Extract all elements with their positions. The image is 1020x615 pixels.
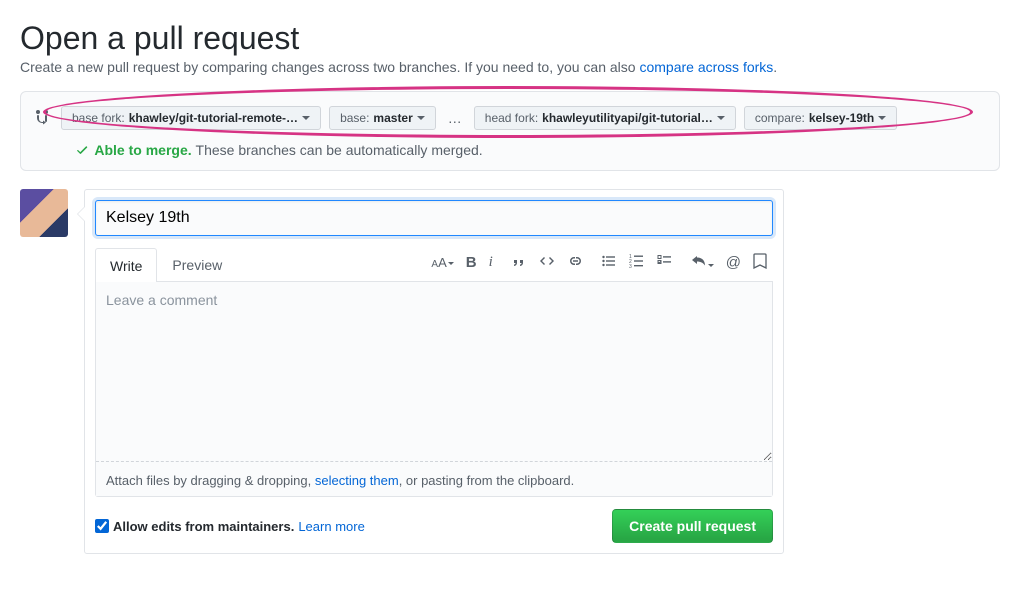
base-branch-selector[interactable]: base: master [329, 106, 436, 130]
subtitle-tail: . [773, 59, 777, 75]
base-fork-value: khawley/git-tutorial-remote-… [129, 111, 298, 125]
chevron-down-icon [417, 116, 425, 120]
attach-hint: Attach files by dragging & dropping, sel… [96, 465, 772, 496]
allow-edits-row[interactable]: Allow edits from maintainers. Learn more [95, 519, 365, 534]
ordered-list-icon[interactable]: 123 [629, 253, 645, 272]
tab-preview[interactable]: Preview [157, 248, 237, 281]
bottom-row: Allow edits from maintainers. Learn more… [95, 509, 773, 543]
attach-hint-after: , or pasting from the clipboard. [399, 473, 575, 488]
compare-box: base fork: khawley/git-tutorial-remote-…… [20, 91, 1000, 171]
chevron-down-icon [302, 116, 310, 120]
saved-replies-icon[interactable] [753, 253, 767, 272]
git-compare-icon [35, 109, 51, 128]
base-fork-label: base fork: [72, 111, 125, 125]
comment-body: Attach files by dragging & dropping, sel… [95, 282, 773, 497]
allow-edits-checkbox[interactable] [95, 519, 109, 533]
pr-title-input[interactable] [95, 200, 773, 236]
tab-write[interactable]: Write [95, 248, 157, 282]
head-fork-value: khawleyutilityapi/git-tutorial… [542, 111, 713, 125]
ellipsis-separator: … [444, 110, 466, 126]
user-avatar[interactable] [20, 189, 68, 237]
compare-forks-link[interactable]: compare across forks [639, 59, 773, 75]
head-fork-label: head fork: [485, 111, 538, 125]
chevron-down-icon [717, 116, 725, 120]
head-fork-selector[interactable]: head fork: khawleyutilityapi/git-tutoria… [474, 106, 736, 130]
compare-branch-label: compare: [755, 111, 805, 125]
text-size-icon[interactable]: AA [431, 255, 453, 270]
mergeability-status: Able to merge. These branches can be aut… [35, 142, 985, 158]
create-pull-request-button[interactable]: Create pull request [612, 509, 773, 543]
comment-textarea[interactable] [96, 282, 772, 462]
reply-icon[interactable] [691, 253, 714, 272]
pr-form-panel: Write Preview AA B i [84, 189, 784, 554]
unordered-list-icon[interactable] [601, 253, 617, 272]
insert-group [511, 253, 583, 272]
svg-text:3: 3 [629, 264, 632, 269]
format-row: Write Preview AA B i [95, 248, 773, 282]
misc-group: @ [691, 253, 767, 272]
base-branch-label: base: [340, 111, 369, 125]
quote-icon[interactable] [511, 253, 527, 272]
compare-branch-selector[interactable]: compare: kelsey-19th [744, 106, 897, 130]
chevron-down-icon [878, 116, 886, 120]
mergeable-detail-text: These branches can be automatically merg… [196, 142, 483, 158]
compare-row: base fork: khawley/git-tutorial-remote-…… [35, 106, 985, 130]
compare-branch-value: kelsey-19th [809, 111, 874, 125]
attach-hint-before: Attach files by dragging & dropping, [106, 473, 315, 488]
italic-icon[interactable]: i [489, 254, 493, 271]
list-group: 123 [601, 253, 673, 272]
editor-tabs: Write Preview [95, 248, 237, 281]
mergeable-ok: Able to merge. [75, 142, 196, 158]
formatting-toolbar: AA B i [431, 253, 773, 276]
base-branch-value: master [373, 111, 412, 125]
task-list-icon[interactable] [657, 253, 673, 272]
check-icon [75, 143, 89, 157]
subtitle-text: Create a new pull request by comparing c… [20, 59, 639, 75]
base-fork-selector[interactable]: base fork: khawley/git-tutorial-remote-… [61, 106, 321, 130]
allow-edits-label: Allow edits from maintainers. [113, 519, 294, 534]
link-icon[interactable] [567, 253, 583, 272]
page-title: Open a pull request [20, 20, 1000, 57]
learn-more-link[interactable]: Learn more [298, 519, 364, 534]
select-files-link[interactable]: selecting them [315, 473, 399, 488]
text-style-group: AA B i [431, 254, 492, 271]
page-subtitle: Create a new pull request by comparing c… [20, 59, 1000, 75]
mergeable-status-text: Able to merge. [94, 142, 191, 158]
bold-icon[interactable]: B [466, 254, 477, 271]
pr-form-area: Write Preview AA B i [20, 189, 1000, 554]
mention-icon[interactable]: @ [726, 254, 741, 271]
code-icon[interactable] [539, 253, 555, 272]
